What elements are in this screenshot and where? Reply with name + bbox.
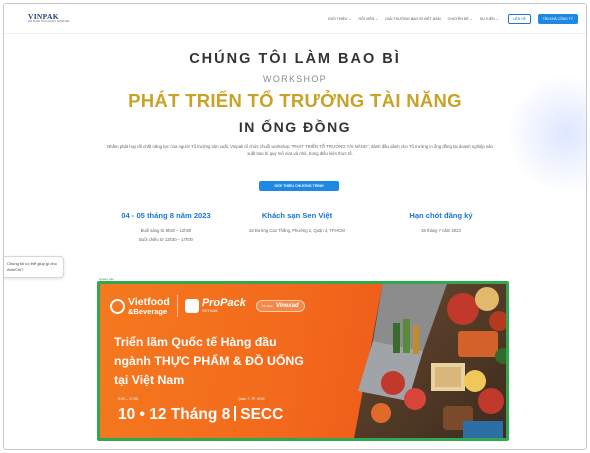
info-date-title: 04 - 05 tháng 8 năm 2023 [121, 211, 211, 220]
program-intro-button[interactable]: GIỚI THIỆU CHƯƠNG TRÌNH [259, 181, 339, 191]
logo-tagline: WE MAKE PACKAGING SMARTER [28, 20, 70, 24]
propack-logo: ProPack VIETNAM [202, 298, 246, 314]
nav-item-awards[interactable]: GIẢI THƯỞNG BAO BÌ VIỆT NAM [385, 17, 440, 21]
site-header: VINPAK WE MAKE PACKAGING SMARTER GIỚI TH… [4, 4, 586, 34]
banner-headline-line: tại Việt Nam [114, 373, 185, 387]
banner-date-divider [234, 406, 237, 421]
info-venue-address: 33 Đường Cao Thắng, Phường 2, Quận 3, TP… [249, 228, 345, 233]
organizer-name: Vinexad [275, 303, 299, 309]
food-photo-illustration [354, 284, 506, 438]
organizer-badge: Tổ chức Vinexad [255, 300, 305, 312]
info-date-line: Buổi chiều từ 13h30 – 17h00 [139, 237, 193, 242]
banner-logos: Vietfood &Beverage ProPack VIETNAM Tổ ch… [110, 295, 305, 317]
event-banner[interactable]: Vietfood &Beverage ProPack VIETNAM Tổ ch… [97, 281, 509, 441]
main-nav: GIỚI THIỆU ⌄ HỘI VIÊN ⌄ GIẢI THƯỞNG BAO … [328, 13, 578, 24]
info-deadline-title: Hạn chót đăng ký [409, 211, 473, 220]
vietfood-logo-icon [110, 298, 125, 314]
nav-item-members[interactable]: HỘI VIÊN ⌄ [359, 17, 379, 21]
vietfood-logo-line2: &Beverage [128, 306, 168, 316]
hero-headline: PHÁT TRIỂN TỔ TRƯỞNG TÀI NĂNG [128, 90, 462, 111]
banner-date-range: 10 • 12 Tháng 8 [118, 406, 231, 423]
nav-item-about[interactable]: GIỚI THIỆU ⌄ [328, 17, 352, 21]
info-venue: Khách sạn Sen Việt 33 Đường Cao Thắng, P… [232, 211, 362, 235]
banner-location: Quận 7, TP. HCM [238, 397, 265, 401]
chat-widget[interactable]: Chúng tôi có thể giúp gì cho Anh/Chị? [4, 256, 64, 278]
banner-headline-line: Triển lãm Quốc tế Hàng đầu [114, 335, 277, 349]
info-deadline: Hạn chót đăng ký 28 tháng 7 năm 2023 [376, 211, 506, 235]
find-company-button[interactable]: TÌM KHÁ CÔNG TÝ [537, 13, 578, 24]
propack-logo-line2: VIETNAM [201, 309, 218, 314]
info-deadline-date: 28 tháng 7 năm 2023 [421, 228, 461, 233]
hero-description: Nhằm phát huy tối chất năng lực của ngườ… [107, 144, 493, 156]
banner-headline: Triển lãm Quốc tế Hàng đầu ngành THỰC PH… [114, 333, 304, 390]
propack-logo-icon [184, 299, 199, 313]
hero-title: CHÚNG TÔI LÀM BAO BÌ [189, 51, 401, 67]
nav-item-topics[interactable]: CHUYÊN ĐỀ ⌄ [448, 17, 473, 21]
info-date: 04 - 05 tháng 8 năm 2023 Buổi sáng từ 8h… [101, 211, 231, 244]
logo-divider [176, 295, 178, 317]
banner-venue: SECC [240, 406, 284, 423]
vietfood-logo: Vietfood &Beverage [128, 297, 170, 315]
food-photo [353, 284, 506, 438]
browser-frame: VINPAK WE MAKE PACKAGING SMARTER GIỚI TH… [3, 3, 587, 450]
contact-button[interactable]: LIÊN HỆ [507, 13, 531, 24]
info-date-line: Buổi sáng từ 8h30 – 12h00 [140, 228, 192, 233]
hero-subline: IN ỐNG ĐỒNG [238, 119, 352, 135]
nav-item-events[interactable]: SỰ KIỆN ⌄ [480, 17, 499, 21]
info-venue-title: Khách sạn Sen Việt [261, 211, 333, 220]
site-logo[interactable]: VINPAK WE MAKE PACKAGING SMARTER [28, 13, 70, 24]
organizer-caption: Tổ chức [261, 304, 273, 308]
vietfood-logo-line1: Vietfood [128, 296, 170, 308]
hero-kicker: WORKSHOP [263, 74, 327, 84]
propack-logo-line1: ProPack [201, 297, 246, 310]
banner-time: 9:00 – 17:00 [118, 397, 138, 401]
banner-headline-line: ngành THỰC PHẨM & ĐỒ UỐNG [114, 354, 304, 368]
banner-date: 10 • 12 Tháng 8 SECC [118, 406, 283, 424]
